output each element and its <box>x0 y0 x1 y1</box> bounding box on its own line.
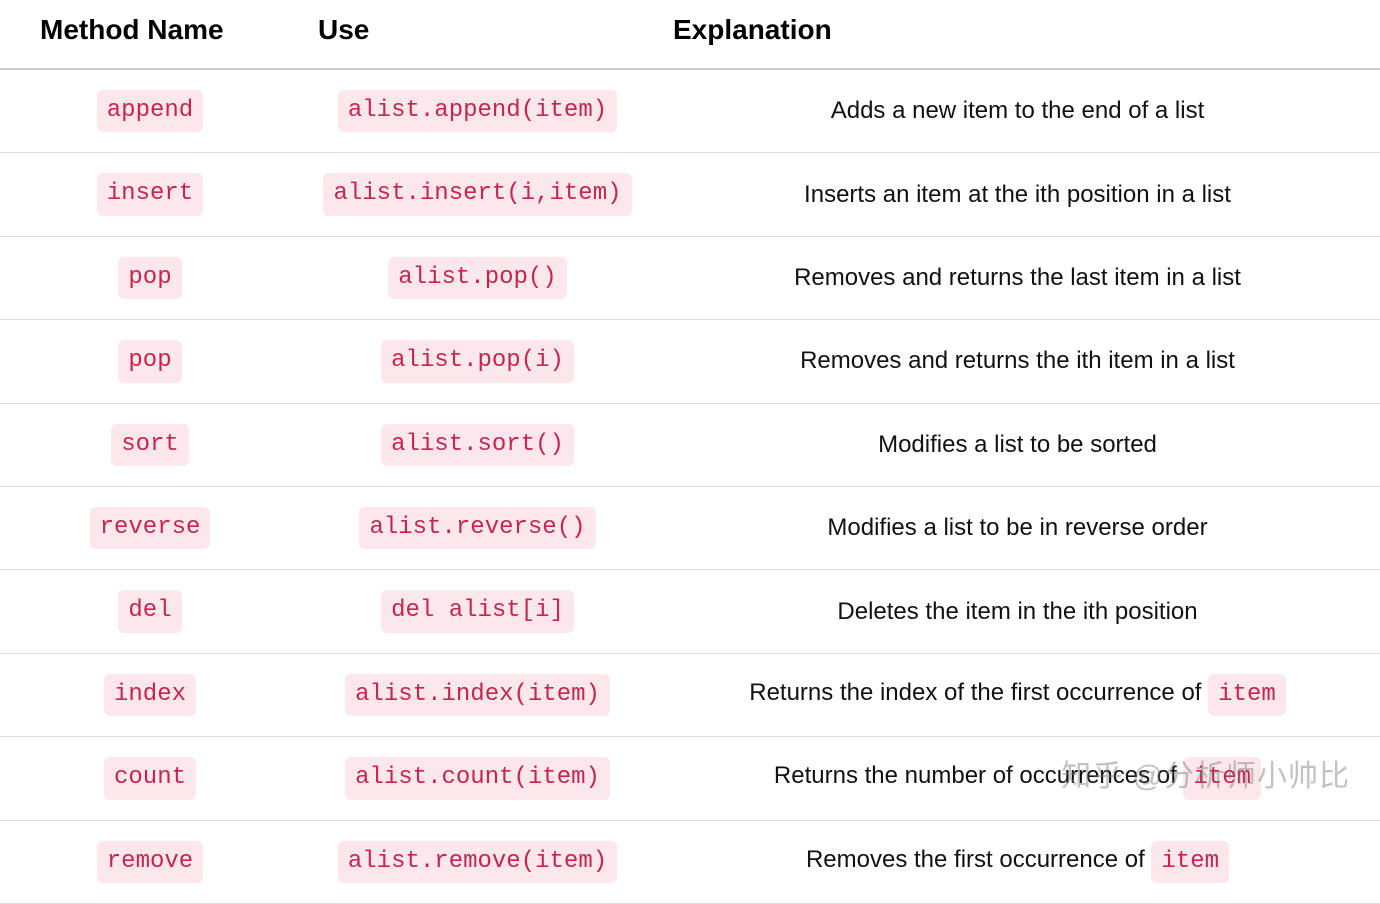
method-code: index <box>104 674 196 716</box>
cell-explanation: Deletes the item in the ith position <box>655 570 1380 653</box>
table-row: sort alist.sort() Modifies a list to be so… <box>0 403 1380 486</box>
cell-explanation: Removes the first occurrence of item <box>655 820 1380 903</box>
method-code: insert <box>97 173 203 215</box>
explanation-text: Modifies a list to be sorted <box>878 431 1157 458</box>
use-code: del alist[i] <box>381 590 574 632</box>
cell-explanation: Returns the index of the first occurrenc… <box>655 653 1380 736</box>
cell-method: count <box>0 737 300 820</box>
use-code: alist.pop() <box>388 257 566 299</box>
cell-explanation: Modifies a list to be sorted <box>655 403 1380 486</box>
cell-use: alist.remove(item) <box>300 820 655 903</box>
cell-use: alist.count(item) <box>300 737 655 820</box>
method-code: reverse <box>90 507 211 549</box>
header-method-name: Method Name <box>0 0 300 69</box>
table-row: insert alist.insert(i,item) Inserts an ite… <box>0 153 1380 236</box>
table-row: index alist.index(item) Returns the index … <box>0 653 1380 736</box>
cell-method: insert <box>0 153 300 236</box>
method-code: append <box>97 90 203 132</box>
method-code: remove <box>97 841 203 883</box>
table-header-row: Method Name Use Explanation <box>0 0 1380 69</box>
use-code: alist.reverse() <box>359 507 595 549</box>
explanation-text: Adds a new item to the end of a list <box>831 97 1205 124</box>
table-row: remove alist.remove(item) Removes the firs… <box>0 820 1380 903</box>
header-explanation: Explanation <box>655 0 1380 69</box>
use-code: alist.index(item) <box>345 674 610 716</box>
use-code: alist.append(item) <box>338 90 617 132</box>
table-row: reverse alist.reverse() Modifies a list to… <box>0 486 1380 569</box>
method-code: del <box>118 590 181 632</box>
cell-explanation: Removes and returns the ith item in a li… <box>655 320 1380 403</box>
explanation-text: Returns the index of the first occurrenc… <box>749 679 1208 706</box>
cell-use: alist.append(item) <box>300 69 655 153</box>
table-row: pop alist.pop(i) Removes and returns the i… <box>0 320 1380 403</box>
explanation-code: item <box>1208 674 1286 716</box>
method-code: sort <box>111 424 189 466</box>
table-row: count alist.count(item) Returns the number… <box>0 737 1380 820</box>
cell-explanation: Removes and returns the last item in a l… <box>655 236 1380 319</box>
use-code: alist.remove(item) <box>338 841 617 883</box>
method-code: pop <box>118 340 181 382</box>
table-row: del del alist[i] Deletes the item in the i… <box>0 570 1380 653</box>
use-code: alist.count(item) <box>345 757 610 799</box>
cell-use: alist.pop() <box>300 236 655 319</box>
cell-use: del alist[i] <box>300 570 655 653</box>
explanation-text: Deletes the item in the ith position <box>837 598 1197 625</box>
cell-explanation: Returns the number of occurrences of ite… <box>655 737 1380 820</box>
cell-use: alist.sort() <box>300 403 655 486</box>
cell-method: index <box>0 653 300 736</box>
use-code: alist.insert(i,item) <box>323 173 631 215</box>
cell-use: alist.insert(i,item) <box>300 153 655 236</box>
cell-method: sort <box>0 403 300 486</box>
cell-method: reverse <box>0 486 300 569</box>
use-code: alist.pop(i) <box>381 340 574 382</box>
cell-use: alist.pop(i) <box>300 320 655 403</box>
explanation-text: Modifies a list to be in reverse order <box>827 514 1207 541</box>
explanation-code: item <box>1183 757 1261 799</box>
cell-method: pop <box>0 236 300 319</box>
explanation-text: Removes and returns the last item in a l… <box>794 264 1241 291</box>
table-row: pop alist.pop() Removes and returns the la… <box>0 236 1380 319</box>
use-code: alist.sort() <box>381 424 574 466</box>
cell-method: append <box>0 69 300 153</box>
cell-explanation: Modifies a list to be in reverse order <box>655 486 1380 569</box>
explanation-text: Removes and returns the ith item in a li… <box>800 347 1235 374</box>
explanation-text: Inserts an item at the ith position in a… <box>804 181 1231 208</box>
cell-use: alist.index(item) <box>300 653 655 736</box>
cell-method: remove <box>0 820 300 903</box>
cell-method: pop <box>0 320 300 403</box>
explanation-text: Returns the number of occurrences of <box>774 762 1184 789</box>
table-row: append alist.append(item) Adds a new item … <box>0 69 1380 153</box>
cell-method: del <box>0 570 300 653</box>
methods-table: Method Name Use Explanation append alist.… <box>0 0 1380 904</box>
cell-explanation: Inserts an item at the ith position in a… <box>655 153 1380 236</box>
explanation-code: item <box>1151 841 1229 883</box>
explanation-text: Removes the first occurrence of <box>806 846 1151 873</box>
method-code: count <box>104 757 196 799</box>
header-use: Use <box>300 0 655 69</box>
cell-use: alist.reverse() <box>300 486 655 569</box>
method-code: pop <box>118 257 181 299</box>
cell-explanation: Adds a new item to the end of a list <box>655 69 1380 153</box>
